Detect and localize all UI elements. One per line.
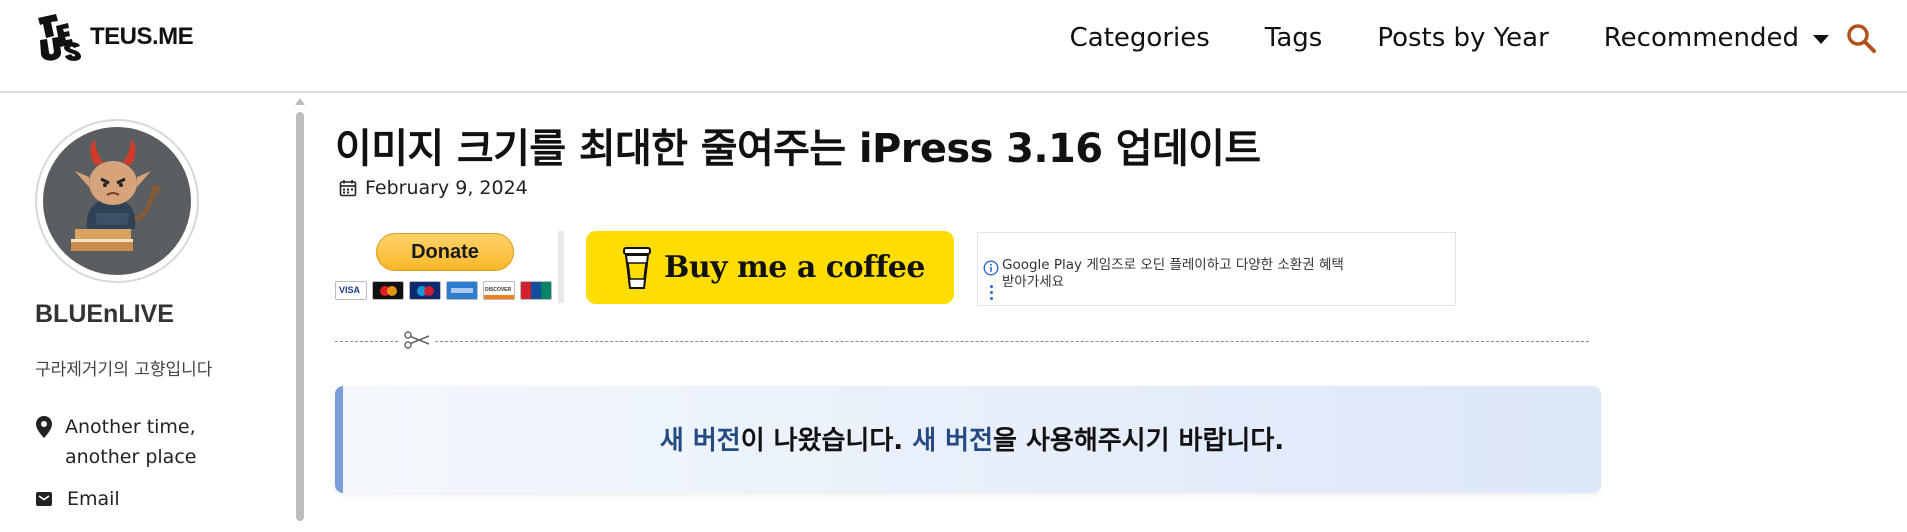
discover-card-icon: DISCOVER — [483, 281, 515, 300]
author-location: Another time, another place — [35, 415, 196, 472]
scrollbar-thumb[interactable] — [296, 112, 304, 521]
buy-me-a-coffee-button[interactable]: Buy me a coffee — [586, 231, 954, 304]
email-label: Email — [67, 488, 120, 510]
maestro-card-icon — [409, 281, 441, 300]
post-date-text: February 9, 2024 — [365, 177, 528, 199]
info-icon[interactable] — [983, 260, 999, 276]
payment-cards: VISA DISCOVER — [335, 281, 552, 300]
nav-tags[interactable]: Tags — [1265, 23, 1323, 53]
scissors-icon — [400, 329, 434, 351]
amex-card-icon — [446, 281, 478, 300]
donate-button[interactable]: Donate — [376, 233, 514, 271]
avatar — [35, 119, 199, 283]
logo-text: TEUS.ME — [90, 23, 194, 50]
sidebar-scrollbar[interactable] — [295, 98, 305, 523]
new-version-notice: 새 버전이 나왔습니다. 새 버전을 사용해주시기 바랍니다. — [335, 386, 1601, 493]
map-pin-icon — [36, 416, 52, 438]
site-logo[interactable]: TEUS.ME — [34, 12, 194, 62]
post-date: February 9, 2024 — [339, 177, 528, 199]
new-version-link[interactable]: 새 버전 — [912, 426, 993, 456]
main-nav: Categories Tags Posts by Year Recommende… — [1015, 20, 1829, 56]
teus-logo-icon — [38, 14, 82, 61]
search-icon[interactable] — [1845, 22, 1877, 54]
email-icon — [36, 492, 52, 506]
notice-text: 새 버전이 나왔습니다. 새 버전을 사용해주시기 바랍니다. — [659, 426, 1285, 456]
calendar-icon — [339, 180, 357, 197]
coffee-cup-icon — [623, 246, 651, 289]
unionpay-card-icon — [520, 281, 552, 300]
page-title: 이미지 크기를 최대한 줄여주는 iPress 3.16 업데이트 — [335, 126, 1261, 172]
scroll-up-arrow-icon[interactable] — [295, 98, 305, 105]
author-email-link[interactable]: Email — [35, 488, 120, 510]
author-bio: 구라제거기의 고향입니다 — [35, 360, 213, 380]
location-line-1: Another time, — [65, 416, 196, 438]
author-name: BLUEnLIVE — [35, 300, 174, 328]
nav-posts-by-year[interactable]: Posts by Year — [1377, 23, 1548, 53]
dashed-divider — [335, 341, 1589, 342]
caret-down-icon — [1813, 35, 1829, 44]
mastercard-icon — [372, 281, 404, 300]
advertisement-banner[interactable]: Google Play 게임즈로 오딘 플레이하고 다양한 소환권 혜택 받아가… — [977, 232, 1456, 306]
new-version-link[interactable]: 새 버전 — [660, 426, 741, 456]
paypal-donate-widget: Donate VISA DISCOVER — [335, 231, 564, 303]
ad-text-line-2: 받아가세요 — [1002, 274, 1065, 290]
coffee-label: Buy me a coffee — [664, 250, 925, 285]
location-line-2: another place — [65, 446, 197, 468]
nav-recommended-label: Recommended — [1603, 23, 1799, 53]
author-sidebar: BLUEnLIVE 구라제거기의 고향입니다 Another time, ano… — [0, 93, 285, 532]
nav-categories[interactable]: Categories — [1070, 23, 1210, 53]
nav-recommended-dropdown[interactable]: Recommended — [1604, 23, 1829, 53]
visa-card-icon: VISA — [335, 281, 367, 300]
top-navigation-bar: TEUS.ME Categories Tags Posts by Year Re… — [0, 0, 1907, 93]
more-options-icon[interactable] — [990, 285, 994, 303]
